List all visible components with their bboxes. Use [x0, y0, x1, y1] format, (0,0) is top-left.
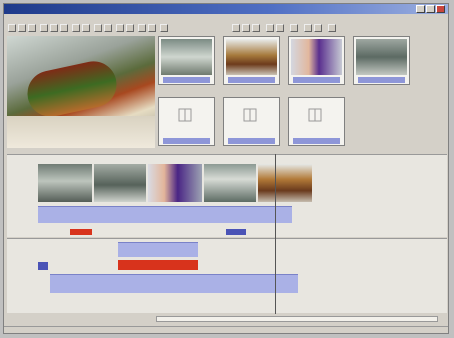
split-icon[interactable] — [126, 24, 134, 32]
copy-icon[interactable] — [50, 24, 58, 32]
placeholder-icon — [243, 108, 257, 122]
in-marker[interactable] — [70, 229, 92, 235]
clip-label — [163, 77, 210, 83]
timeline-clip[interactable] — [258, 164, 312, 202]
clip-thumbnail — [226, 39, 277, 75]
timeline-clip[interactable] — [38, 164, 92, 202]
clip-label — [293, 138, 340, 144]
clip-bin-item[interactable] — [353, 36, 410, 85]
close-button[interactable] — [436, 5, 445, 13]
zoom-in-icon[interactable] — [138, 24, 146, 32]
volume-icon[interactable] — [314, 24, 322, 32]
clip-label — [358, 77, 405, 83]
preview-floor — [7, 116, 155, 148]
play-icon[interactable] — [94, 24, 102, 32]
minimize-button[interactable] — [416, 5, 425, 13]
undo-icon[interactable] — [72, 24, 80, 32]
clip-label — [228, 138, 275, 144]
menu-bar — [4, 14, 448, 23]
clip-label — [163, 138, 210, 144]
clip-bin-item-empty[interactable] — [288, 97, 345, 146]
placeholder-icon — [308, 108, 322, 122]
audio-clip-bar[interactable] — [118, 242, 198, 257]
clip-label — [293, 77, 340, 83]
clip-bin-item-empty[interactable] — [158, 97, 215, 146]
toolbar — [4, 23, 448, 34]
record-icon[interactable] — [116, 24, 124, 32]
music-track-bar[interactable] — [50, 274, 298, 293]
save-icon[interactable] — [28, 24, 36, 32]
zoom-out-icon[interactable] — [148, 24, 156, 32]
cut-icon[interactable] — [40, 24, 48, 32]
maximize-button[interactable] — [426, 5, 435, 13]
import-icon[interactable] — [242, 24, 250, 32]
help-icon[interactable] — [328, 24, 336, 32]
transition-icon[interactable] — [276, 24, 284, 32]
track-marker[interactable] — [38, 262, 48, 270]
capture-icon[interactable] — [232, 24, 240, 32]
settings-icon[interactable] — [160, 24, 168, 32]
editor-window — [3, 3, 449, 334]
effect-track-bar[interactable] — [38, 206, 292, 223]
paste-icon[interactable] — [60, 24, 68, 32]
out-marker[interactable] — [226, 229, 246, 235]
clip-bin-item-empty[interactable] — [223, 97, 280, 146]
clip-thumbnail — [291, 39, 342, 75]
video-preview[interactable] — [7, 36, 155, 148]
audio-icon[interactable] — [304, 24, 312, 32]
title-icon[interactable] — [290, 24, 298, 32]
stop-icon[interactable] — [104, 24, 112, 32]
audio-level-bar[interactable] — [118, 260, 198, 270]
timeline-clip[interactable] — [148, 164, 202, 202]
new-icon[interactable] — [8, 24, 16, 32]
clip-thumbnail — [356, 39, 407, 75]
redo-icon[interactable] — [82, 24, 90, 32]
clip-bin-item[interactable] — [288, 36, 345, 85]
timeline-clip[interactable] — [94, 164, 146, 202]
timeline-scrollbar[interactable] — [156, 316, 438, 322]
export-icon[interactable] — [252, 24, 260, 32]
clip-bin-item[interactable] — [158, 36, 215, 85]
title-bar — [4, 4, 448, 14]
effects-icon[interactable] — [266, 24, 274, 32]
playhead-line[interactable] — [275, 154, 276, 314]
clip-label — [228, 77, 275, 83]
clip-bin-item[interactable] — [223, 36, 280, 85]
open-icon[interactable] — [18, 24, 26, 32]
status-bar — [4, 326, 448, 333]
placeholder-icon — [178, 108, 192, 122]
timeline-clip[interactable] — [204, 164, 256, 202]
clip-thumbnail — [161, 39, 212, 75]
preview-vehicle — [23, 57, 121, 121]
